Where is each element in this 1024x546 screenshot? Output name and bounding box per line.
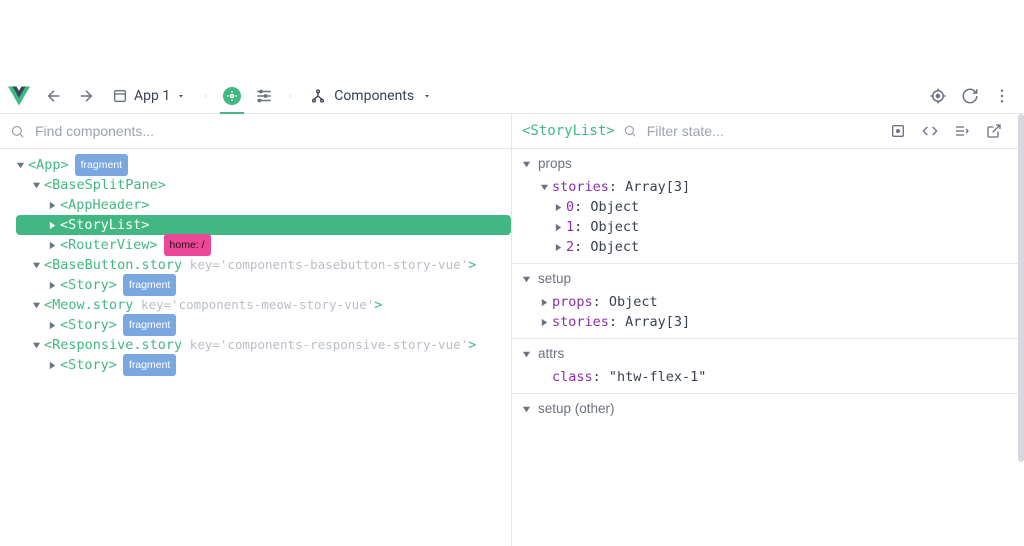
- tree-node-story[interactable]: <Story> fragment: [6, 275, 511, 295]
- search-icon: [10, 124, 25, 139]
- section-header-setup-other[interactable]: setup (other): [522, 398, 1008, 420]
- inspector-switcher-label: Components: [334, 88, 414, 104]
- layers-icon: [112, 88, 128, 104]
- find-components-input[interactable]: [33, 122, 501, 140]
- components-tree-icon: [310, 88, 326, 104]
- devtools-toolbar: App 1 Components: [0, 78, 1024, 114]
- section-props: props stories: Array[3] 0: Object 1: Obj…: [512, 149, 1018, 264]
- target-button[interactable]: [924, 82, 952, 110]
- tree-node-appheader[interactable]: <AppHeader>: [6, 195, 511, 215]
- chevron-down-icon: [176, 91, 186, 101]
- tree-node-story[interactable]: <Story> fragment: [6, 355, 511, 375]
- state-row[interactable]: stories: Array[3]: [540, 177, 1008, 197]
- back-button[interactable]: [40, 82, 68, 110]
- state-row[interactable]: 0: Object: [540, 197, 1008, 217]
- component-tree-pane: <App> fragment <BaseSplitPane> <AppHeade…: [0, 114, 511, 546]
- section-setup-other: setup (other): [512, 394, 1018, 424]
- tree-node-story[interactable]: <Story> fragment: [6, 315, 511, 335]
- state-row[interactable]: 1: Object: [540, 217, 1008, 237]
- main-split: <App> fragment <BaseSplitPane> <AppHeade…: [0, 114, 1018, 546]
- vue-logo: [8, 85, 30, 107]
- tree-node-meow-story[interactable]: <Meow.story key='components-meow-story-v…: [6, 295, 511, 315]
- inspector-switcher[interactable]: Components: [302, 82, 440, 110]
- scroll-to-button[interactable]: [884, 117, 912, 145]
- section-setup: setup props: Object stories: Array[3]: [512, 264, 1018, 339]
- tab-components-icon[interactable]: [218, 82, 246, 110]
- tree-node-app[interactable]: <App> fragment: [6, 155, 511, 175]
- tree-node-basebutton-story[interactable]: <BaseButton.story key='components-basebu…: [6, 255, 511, 275]
- app-switcher-label: App 1: [134, 88, 170, 104]
- breadcrumb-separator: [198, 90, 214, 102]
- section-attrs: attrs class: "htw-flex-1": [512, 339, 1018, 394]
- inspect-dom-button[interactable]: [948, 117, 976, 145]
- tree-node-basesplitpane[interactable]: <BaseSplitPane>: [6, 175, 511, 195]
- section-header-setup[interactable]: setup: [522, 268, 1008, 290]
- refresh-button[interactable]: [956, 82, 984, 110]
- tree-node-routerview[interactable]: <RouterView> home: /: [6, 235, 511, 255]
- tree-filter-bar: [0, 114, 511, 149]
- app-switcher[interactable]: App 1: [104, 82, 194, 110]
- breadcrumb-separator: [282, 90, 298, 102]
- filter-state-input[interactable]: [645, 122, 876, 140]
- state-inspector: props stories: Array[3] 0: Object 1: Obj…: [512, 149, 1018, 424]
- open-in-editor-button[interactable]: [980, 117, 1008, 145]
- state-row[interactable]: stories: Array[3]: [540, 312, 1008, 332]
- state-row[interactable]: class: "htw-flex-1": [540, 367, 1008, 387]
- tab-timeline-icon[interactable]: [250, 82, 278, 110]
- inspector-header: <StoryList>: [512, 114, 1018, 149]
- state-row[interactable]: 2: Object: [540, 237, 1008, 257]
- more-button[interactable]: [988, 82, 1016, 110]
- chevron-down-icon: [422, 91, 432, 101]
- tree-node-storylist[interactable]: <StoryList>: [16, 215, 511, 235]
- section-header-attrs[interactable]: attrs: [522, 343, 1008, 365]
- scrollbar[interactable]: [1018, 114, 1024, 462]
- search-icon: [623, 124, 637, 138]
- component-tree: <App> fragment <BaseSplitPane> <AppHeade…: [0, 149, 511, 381]
- section-header-props[interactable]: props: [522, 153, 1008, 175]
- state-inspector-pane: <StoryList> props: [511, 114, 1018, 546]
- selected-component-label: <StoryList>: [522, 123, 615, 139]
- tree-node-responsive-story[interactable]: <Responsive.story key='components-respon…: [6, 335, 511, 355]
- forward-button[interactable]: [72, 82, 100, 110]
- show-render-code-button[interactable]: [916, 117, 944, 145]
- state-row[interactable]: props: Object: [540, 292, 1008, 312]
